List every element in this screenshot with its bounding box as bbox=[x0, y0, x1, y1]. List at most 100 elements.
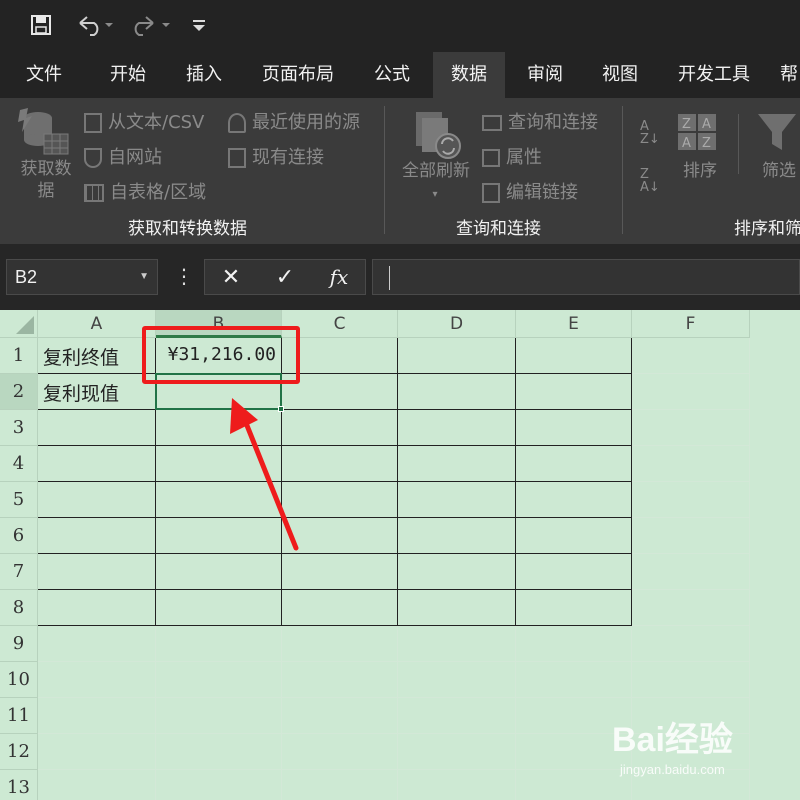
cell-a6[interactable] bbox=[38, 518, 156, 554]
cell-b12[interactable] bbox=[156, 734, 282, 770]
cell-c4[interactable] bbox=[282, 446, 398, 482]
column-header-e[interactable]: E bbox=[516, 310, 632, 338]
tab-help[interactable]: 帮 bbox=[780, 52, 800, 98]
cell-b5[interactable] bbox=[156, 482, 282, 518]
row-header-5[interactable]: 5 bbox=[0, 482, 38, 518]
cell-c12[interactable] bbox=[282, 734, 398, 770]
undo-icon[interactable] bbox=[72, 10, 116, 40]
formula-input[interactable] bbox=[372, 259, 800, 295]
sort-button[interactable]: 排序 bbox=[672, 160, 728, 182]
cell-c11[interactable] bbox=[282, 698, 398, 734]
tab-file[interactable]: 文件 bbox=[14, 52, 74, 98]
cell-a2[interactable]: 复利现值 bbox=[38, 374, 156, 410]
cell-a3[interactable] bbox=[38, 410, 156, 446]
row-header-11[interactable]: 11 bbox=[0, 698, 38, 734]
more-options-icon[interactable]: ⋮ bbox=[174, 259, 194, 295]
cell-d9[interactable] bbox=[398, 626, 516, 662]
column-header-a[interactable]: A bbox=[38, 310, 156, 338]
redo-icon[interactable] bbox=[126, 10, 172, 40]
cell-a4[interactable] bbox=[38, 446, 156, 482]
cell-c13[interactable] bbox=[282, 770, 398, 800]
tab-review[interactable]: 审阅 bbox=[515, 52, 575, 98]
filter-button[interactable]: 筛选 bbox=[754, 160, 800, 182]
cell-e5[interactable] bbox=[516, 482, 632, 518]
cell-a9[interactable] bbox=[38, 626, 156, 662]
cell-f3[interactable] bbox=[632, 410, 750, 446]
cell-e2[interactable] bbox=[516, 374, 632, 410]
cell-c3[interactable] bbox=[282, 410, 398, 446]
sort-icon[interactable]: Z A A Z bbox=[676, 112, 720, 152]
cell-b4[interactable] bbox=[156, 446, 282, 482]
chevron-down-icon[interactable]: ▼ bbox=[139, 260, 149, 294]
cell-d12[interactable] bbox=[398, 734, 516, 770]
cell-b7[interactable] bbox=[156, 554, 282, 590]
row-header-4[interactable]: 4 bbox=[0, 446, 38, 482]
refresh-all-icon[interactable] bbox=[410, 110, 464, 162]
tab-view[interactable]: 视图 bbox=[590, 52, 650, 98]
row-header-12[interactable]: 12 bbox=[0, 734, 38, 770]
cell-c7[interactable] bbox=[282, 554, 398, 590]
tab-data[interactable]: 数据 bbox=[433, 52, 505, 98]
row-header-13[interactable]: 13 bbox=[0, 770, 38, 800]
cell-e3[interactable] bbox=[516, 410, 632, 446]
cell-a10[interactable] bbox=[38, 662, 156, 698]
cell-b11[interactable] bbox=[156, 698, 282, 734]
cell-d8[interactable] bbox=[398, 590, 516, 626]
cell-d6[interactable] bbox=[398, 518, 516, 554]
cell-c9[interactable] bbox=[282, 626, 398, 662]
cell-f9[interactable] bbox=[632, 626, 750, 662]
row-header-9[interactable]: 9 bbox=[0, 626, 38, 662]
cell-b6[interactable] bbox=[156, 518, 282, 554]
tab-insert[interactable]: 插入 bbox=[174, 52, 234, 98]
cell-e10[interactable] bbox=[516, 662, 632, 698]
get-data-button[interactable]: 获取数 据 bbox=[8, 158, 84, 202]
cell-a8[interactable] bbox=[38, 590, 156, 626]
cell-d5[interactable] bbox=[398, 482, 516, 518]
from-text-csv-button[interactable]: 从文本/CSV bbox=[84, 108, 204, 134]
cell-f5[interactable] bbox=[632, 482, 750, 518]
cell-f8[interactable] bbox=[632, 590, 750, 626]
filter-icon[interactable] bbox=[754, 110, 800, 154]
fill-handle[interactable] bbox=[278, 406, 284, 412]
cell-d3[interactable] bbox=[398, 410, 516, 446]
cell-e7[interactable] bbox=[516, 554, 632, 590]
cell-a7[interactable] bbox=[38, 554, 156, 590]
sort-az-icon[interactable]: A Z↓ bbox=[640, 120, 660, 146]
sort-za-icon[interactable]: Z A↓ bbox=[640, 168, 660, 194]
cell-c5[interactable] bbox=[282, 482, 398, 518]
column-header-f[interactable]: F bbox=[632, 310, 750, 338]
column-header-d[interactable]: D bbox=[398, 310, 516, 338]
cell-d4[interactable] bbox=[398, 446, 516, 482]
cell-e8[interactable] bbox=[516, 590, 632, 626]
recent-sources-button[interactable]: 最近使用的源 bbox=[228, 108, 360, 134]
cell-c10[interactable] bbox=[282, 662, 398, 698]
cell-c6[interactable] bbox=[282, 518, 398, 554]
tab-home[interactable]: 开始 bbox=[98, 52, 158, 98]
name-box[interactable]: B2 ▼ bbox=[6, 259, 158, 295]
from-table-button[interactable]: 自表格/区域 bbox=[84, 178, 206, 204]
insert-function-icon[interactable]: fx bbox=[321, 260, 357, 294]
save-icon[interactable] bbox=[26, 10, 56, 40]
row-header-8[interactable]: 8 bbox=[0, 590, 38, 626]
cell-b3[interactable] bbox=[156, 410, 282, 446]
tab-formulas[interactable]: 公式 bbox=[362, 52, 422, 98]
select-all-corner[interactable] bbox=[0, 310, 38, 338]
cell-f10[interactable] bbox=[632, 662, 750, 698]
refresh-all-button[interactable]: 全部刷新 bbox=[396, 160, 476, 182]
customize-qat-icon[interactable] bbox=[186, 10, 212, 40]
cell-a13[interactable] bbox=[38, 770, 156, 800]
enter-icon[interactable]: ✓ bbox=[267, 260, 303, 294]
cell-b9[interactable] bbox=[156, 626, 282, 662]
cell-d13[interactable] bbox=[398, 770, 516, 800]
row-header-10[interactable]: 10 bbox=[0, 662, 38, 698]
cell-f4[interactable] bbox=[632, 446, 750, 482]
cell-c8[interactable] bbox=[282, 590, 398, 626]
cell-a1[interactable]: 复利终值 bbox=[38, 338, 156, 374]
cell-b10[interactable] bbox=[156, 662, 282, 698]
existing-connections-button[interactable]: 现有连接 bbox=[228, 143, 324, 169]
from-web-button[interactable]: 自网站 bbox=[84, 143, 162, 169]
row-header-6[interactable]: 6 bbox=[0, 518, 38, 554]
cell-d2[interactable] bbox=[398, 374, 516, 410]
cell-d1[interactable] bbox=[398, 338, 516, 374]
tab-developer[interactable]: 开发工具 bbox=[666, 52, 762, 98]
